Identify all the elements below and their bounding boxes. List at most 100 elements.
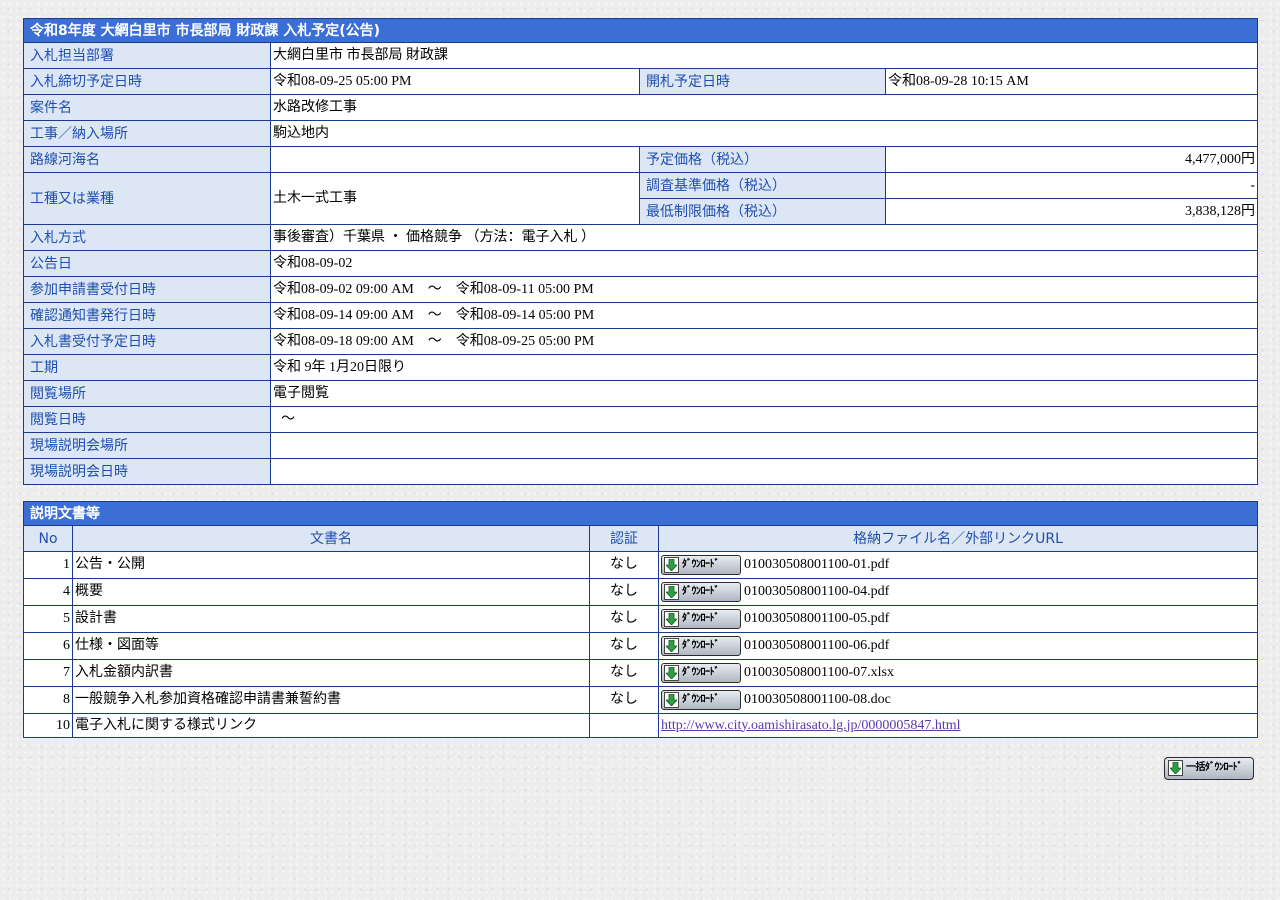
bid-info-title: 令和8年度 大網白里市 市長部局 財政課 入札予定(公告)	[22, 18, 1259, 43]
download-label: ﾀﾞｳﾝﾛｰﾄﾞ	[682, 694, 720, 705]
table-row: 7 入札金額内訳書 なし ﾀﾞｳﾝﾛｰﾄﾞ 010030508001100-07.xls…	[23, 659, 1258, 687]
location-value: 駒込地内	[269, 120, 1259, 147]
opening-label: 開札予定日時	[639, 68, 886, 95]
form-link[interactable]: http://www.city.oamishirasato.lg.jp/0000…	[661, 718, 961, 733]
survey-price-value: -	[884, 172, 1259, 199]
col-file-header: 格納ファイル名／外部リンクURL	[658, 525, 1258, 552]
file-name: 010030508001100-06.pdf	[744, 638, 890, 653]
file-name: 010030508001100-05.pdf	[744, 611, 890, 626]
table-row: 6 仕様・図面等 なし ﾀﾞｳﾝﾛｰﾄﾞ 010030508001100-06.pdf	[23, 632, 1258, 660]
download-button[interactable]: ﾀﾞｳﾝﾛｰﾄﾞ	[661, 582, 741, 602]
method-label: 入札方式	[23, 224, 271, 251]
minimum-price-label: 最低制限価格（税込）	[639, 198, 886, 225]
doc-name: 仕様・図面等	[72, 632, 590, 660]
project-value: 水路改修工事	[269, 94, 1259, 121]
doc-no: 6	[23, 632, 73, 660]
notice-date-label: 公告日	[23, 250, 271, 277]
briefing-date-value	[269, 458, 1259, 485]
download-label: ﾀﾞｳﾝﾛｰﾄﾞ	[682, 613, 720, 624]
col-auth-header: 認証	[589, 525, 659, 552]
confirmation-label: 確認通知書発行日時	[23, 302, 271, 329]
doc-name: 設計書	[72, 605, 590, 633]
minimum-price-value: 3,838,128円	[884, 198, 1259, 225]
work-type-value: 土木一式工事	[270, 172, 640, 225]
table-row: 1 公告・公開 なし ﾀﾞｳﾝﾛｰﾄﾞ 010030508001100-01.pdf	[23, 551, 1258, 579]
table-row: 8 一般競争入札参加資格確認申請書兼誓約書 なし ﾀﾞｳﾝﾛｰﾄﾞ 0100305080…	[23, 686, 1258, 714]
file-name: 010030508001100-07.xlsx	[744, 665, 894, 680]
download-arrow-icon	[664, 665, 679, 681]
work-type-label: 工種又は業種	[23, 172, 271, 225]
viewing-place-label: 閲覧場所	[23, 380, 271, 407]
briefing-date-label: 現場説明会日時	[23, 458, 271, 485]
dept-value: 大網白里市 市長部局 財政課	[269, 42, 1259, 69]
briefing-place-label: 現場説明会場所	[23, 432, 271, 459]
doc-auth: なし	[589, 659, 659, 687]
doc-no: 7	[23, 659, 73, 687]
download-arrow-icon	[664, 638, 679, 654]
confirmation-value: 令和08-09-14 09:00 AM ～ 令和08-09-14 05:00 P…	[269, 302, 1259, 329]
doc-name: 公告・公開	[72, 551, 590, 579]
col-no-header: No	[23, 525, 73, 552]
route-label: 路線河海名	[23, 146, 271, 173]
briefing-place-value	[269, 432, 1259, 459]
file-name: 010030508001100-08.doc	[744, 692, 891, 707]
download-label: ﾀﾞｳﾝﾛｰﾄﾞ	[682, 640, 720, 651]
download-arrow-icon	[664, 584, 679, 600]
download-label: ﾀﾞｳﾝﾛｰﾄﾞ	[682, 586, 720, 597]
doc-auth	[589, 713, 659, 738]
bulk-download-label: 一括ﾀﾞｳﾝﾛｰﾄﾞ	[1186, 762, 1243, 773]
download-arrow-icon	[1168, 760, 1183, 776]
download-label: ﾀﾞｳﾝﾛｰﾄﾞ	[682, 559, 720, 570]
deadline-label: 入札締切予定日時	[23, 68, 271, 95]
download-arrow-icon	[664, 557, 679, 573]
documents-title: 説明文書等	[23, 501, 1258, 526]
bid-info-table: 令和8年度 大網白里市 市長部局 財政課 入札予定(公告) 入札担当部署 大網白…	[22, 18, 1259, 485]
viewing-date-value: ～	[269, 406, 1259, 433]
bid-receipt-label: 入札書受付予定日時	[23, 328, 271, 355]
doc-auth: なし	[589, 686, 659, 714]
download-arrow-icon	[664, 611, 679, 627]
period-value: 令和 9年 1月20日限り	[269, 354, 1259, 381]
bid-receipt-value: 令和08-09-18 09:00 AM ～ 令和08-09-25 05:00 P…	[269, 328, 1259, 355]
download-button[interactable]: ﾀﾞｳﾝﾛｰﾄﾞ	[661, 663, 741, 683]
col-name-header: 文書名	[72, 525, 590, 552]
download-button[interactable]: ﾀﾞｳﾝﾛｰﾄﾞ	[661, 636, 741, 656]
doc-auth: なし	[589, 551, 659, 579]
file-name: 010030508001100-01.pdf	[744, 557, 890, 572]
survey-price-label: 調査基準価格（税込）	[639, 172, 886, 199]
doc-auth: なし	[589, 605, 659, 633]
application-label: 参加申請書受付日時	[23, 276, 271, 303]
route-value	[270, 146, 640, 173]
doc-auth: なし	[589, 632, 659, 660]
viewing-date-label: 閲覧日時	[23, 406, 271, 433]
doc-no: 4	[23, 578, 73, 606]
notice-date-value: 令和08-09-02	[269, 250, 1259, 277]
project-label: 案件名	[23, 94, 271, 121]
download-button[interactable]: ﾀﾞｳﾝﾛｰﾄﾞ	[661, 690, 741, 710]
application-value: 令和08-09-02 09:00 AM ～ 令和08-09-11 05:00 P…	[269, 276, 1259, 303]
doc-auth: なし	[589, 578, 659, 606]
doc-no: 1	[23, 551, 73, 579]
location-label: 工事／納入場所	[23, 120, 271, 147]
viewing-place-value: 電子閲覧	[269, 380, 1259, 407]
doc-name: 入札金額内訳書	[72, 659, 590, 687]
deadline-value: 令和08-09-25 05:00 PM	[270, 68, 640, 95]
doc-no: 5	[23, 605, 73, 633]
dept-label: 入札担当部署	[23, 42, 271, 69]
table-row: 4 概要 なし ﾀﾞｳﾝﾛｰﾄﾞ 010030508001100-04.pdf	[23, 578, 1258, 606]
method-value: 事後審査）千葉県 ・ 価格競争 （方法：電子入札 ）	[269, 224, 1259, 251]
download-button[interactable]: ﾀﾞｳﾝﾛｰﾄﾞ	[661, 555, 741, 575]
doc-name: 一般競争入札参加資格確認申請書兼誓約書	[72, 686, 590, 714]
doc-name: 概要	[72, 578, 590, 606]
download-button[interactable]: ﾀﾞｳﾝﾛｰﾄﾞ	[661, 609, 741, 629]
estimated-price-value: 4,477,000円	[884, 146, 1259, 173]
download-label: ﾀﾞｳﾝﾛｰﾄﾞ	[682, 667, 720, 678]
opening-value: 令和08-09-28 10:15 AM	[884, 68, 1259, 95]
doc-no: 8	[23, 686, 73, 714]
period-label: 工期	[23, 354, 271, 381]
table-row: 10 電子入札に関する様式リンク http://www.city.oamishi…	[23, 713, 1258, 738]
estimated-price-label: 予定価格（税込）	[639, 146, 886, 173]
download-arrow-icon	[664, 692, 679, 708]
bulk-download-button[interactable]: 一括ﾀﾞｳﾝﾛｰﾄﾞ	[1164, 757, 1254, 780]
table-row: 5 設計書 なし ﾀﾞｳﾝﾛｰﾄﾞ 010030508001100-05.pdf	[23, 605, 1258, 633]
